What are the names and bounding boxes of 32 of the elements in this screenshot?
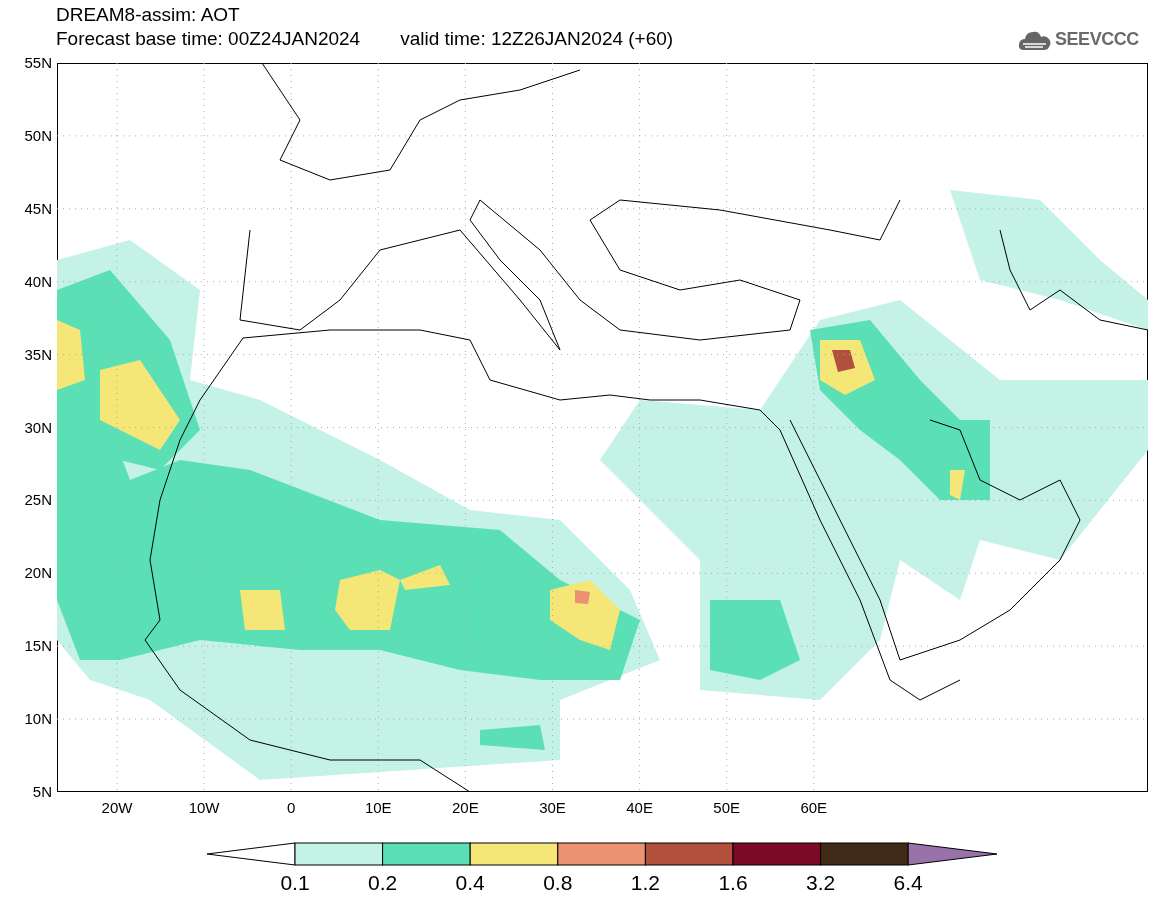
- colorbar-label: 3.2: [805, 872, 837, 894]
- latitude-label: 55N: [23, 55, 52, 71]
- longitude-label: 20W: [100, 800, 134, 816]
- colorbar-label: 1.2: [629, 872, 661, 894]
- latitude-label: 15N: [23, 638, 52, 655]
- colorbar-label: 0.1: [279, 872, 311, 894]
- latitude-label: 25N: [23, 492, 52, 509]
- colorbar-label: 0.4: [454, 872, 486, 894]
- valid-time-label: valid time: 12Z26JAN2024 (+60): [400, 27, 674, 51]
- longitude-label: 50E: [712, 800, 742, 816]
- latitude-label: 40N: [23, 273, 52, 290]
- latitude-label: 35N: [23, 346, 52, 363]
- latitude-label: 20N: [23, 565, 52, 582]
- map-title: DREAM8-assim: AOT: [56, 3, 241, 27]
- colorbar-label: 6.4: [892, 872, 924, 894]
- longitude-label: 30E: [538, 800, 567, 816]
- latitude-label: 30N: [23, 419, 52, 436]
- colorbar-label: 0.8: [542, 872, 574, 894]
- longitude-label: 10E: [363, 800, 393, 816]
- longitude-label: 10W: [187, 800, 221, 816]
- latitude-label: 45N: [23, 200, 52, 217]
- colorbar-label: 0.2: [367, 872, 399, 894]
- longitude-label: 60E: [799, 800, 829, 816]
- longitude-label: 0: [286, 800, 297, 816]
- latitude-label: 5N: [31, 784, 52, 800]
- longitude-label: 40E: [625, 800, 654, 816]
- logo-text: SEEVCCC: [1055, 28, 1139, 51]
- latitude-label: 10N: [23, 711, 52, 728]
- base-time-label: Forecast base time: 00Z24JAN2024: [56, 27, 361, 51]
- latitude-label: 50N: [23, 127, 52, 144]
- colorbar-label: 1.6: [717, 872, 749, 894]
- longitude-label: 20E: [451, 800, 480, 816]
